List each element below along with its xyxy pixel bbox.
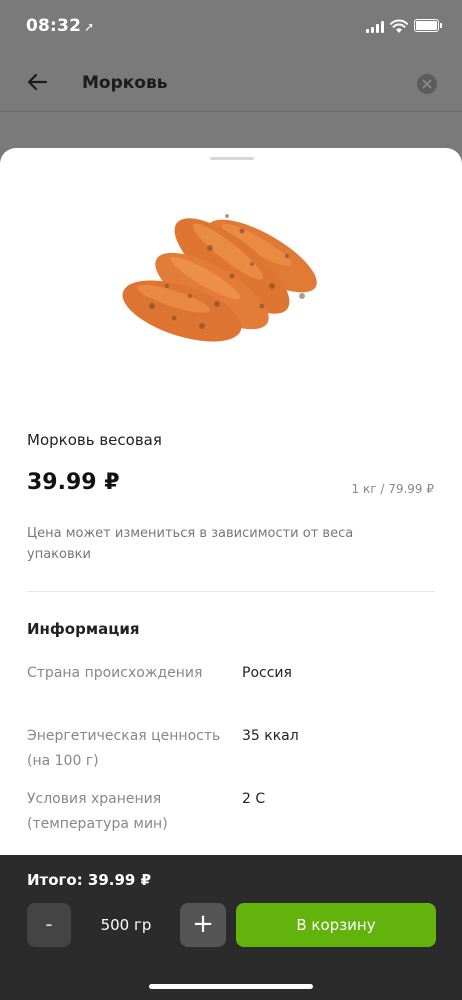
sheet-grabber[interactable]	[210, 157, 254, 160]
search-query-title[interactable]: Морковь	[82, 73, 168, 93]
status-time-text: 08:32	[26, 16, 82, 36]
add-to-cart-button[interactable]: В корзину	[236, 903, 436, 947]
status-bar: 08:32 ➚	[0, 0, 462, 54]
battery-icon	[414, 19, 442, 32]
info-label: Энергетическая ценность (на 100 г)	[27, 728, 221, 769]
divider	[27, 591, 435, 592]
location-arrow-icon: ➚	[84, 20, 95, 34]
info-value: 35 ккал	[242, 728, 299, 744]
quantity-value: 500 гр	[100, 916, 152, 934]
carrots-image	[122, 214, 317, 342]
clear-search-button[interactable]	[417, 74, 437, 94]
info-value: 2 С	[242, 791, 266, 807]
info-label: Страна происхождения	[27, 665, 203, 681]
info-value: Россия	[242, 665, 292, 681]
increase-quantity-button[interactable]: +	[180, 903, 226, 947]
arrow-left-icon	[27, 73, 48, 91]
price-note: Цена может измениться в зависимости от в…	[27, 526, 354, 562]
back-button[interactable]	[22, 66, 54, 98]
order-total: Итого: 39.99 ₽	[27, 871, 152, 889]
close-circle-icon	[422, 79, 432, 89]
home-indicator[interactable]	[149, 984, 313, 989]
wifi-icon	[390, 19, 408, 33]
info-label: Условия хранения (температура мин)	[27, 791, 168, 832]
signal-icon	[366, 21, 386, 33]
status-time: 08:32 ➚	[26, 16, 94, 36]
decrease-quantity-button[interactable]: -	[27, 903, 71, 947]
purchase-bar: Итого: 39.99 ₽ - 500 гр + В корзину	[0, 855, 462, 1000]
search-header: Морковь	[0, 54, 462, 112]
info-heading: Информация	[27, 620, 140, 638]
product-name: Морковь весовая	[27, 431, 162, 449]
unit-price: 1 кг / 79.99 ₽	[351, 482, 434, 496]
product-price: 39.99 ₽	[27, 470, 120, 495]
